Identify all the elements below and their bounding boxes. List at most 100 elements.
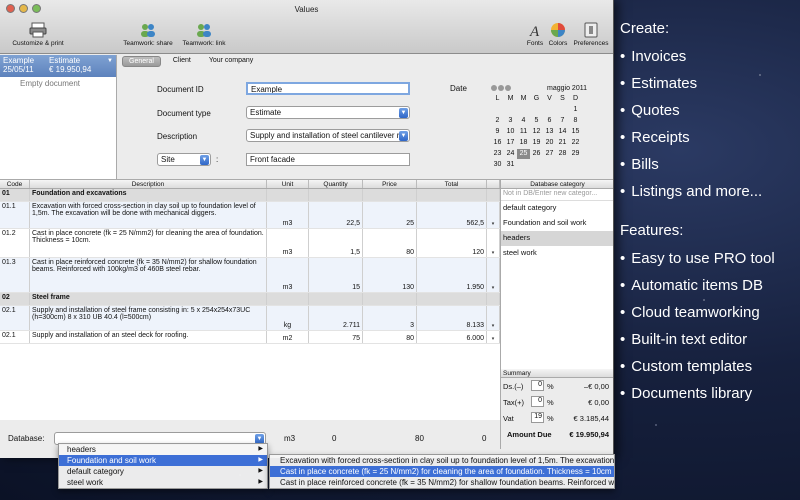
cell-price[interactable]: 3 <box>363 306 417 330</box>
calendar-day[interactable]: 15 <box>569 127 582 137</box>
row-menu-icon[interactable]: ▾ <box>487 202 500 228</box>
calendar-day[interactable]: 25 <box>517 149 530 159</box>
document-id-field[interactable]: Example <box>246 82 410 95</box>
calendar-day[interactable]: 16 <box>491 138 504 148</box>
cell-desc[interactable]: Cast in place concrete (fk = 25 N/mm2) f… <box>30 229 267 257</box>
menu-item[interactable]: steel work ▶ <box>59 477 267 488</box>
description-select[interactable]: Supply and installation of steel cantile… <box>246 129 410 142</box>
calendar-day[interactable]: 29 <box>569 149 582 159</box>
calendar-day[interactable]: 27 <box>543 149 556 159</box>
calendar-day[interactable]: 28 <box>556 149 569 159</box>
discount-input[interactable]: 0 <box>531 380 544 391</box>
teamwork-share-button[interactable]: Teamwork: share <box>120 22 176 47</box>
calendar-nav[interactable] <box>491 85 511 91</box>
cell-total[interactable] <box>417 293 487 305</box>
category-item[interactable]: headers <box>501 231 613 246</box>
customize-print-button[interactable]: Customize & print <box>6 22 70 47</box>
category-item[interactable]: steel work <box>501 246 613 261</box>
row-menu-icon[interactable]: ▾ <box>487 258 500 292</box>
calendar-day[interactable]: 19 <box>530 138 543 148</box>
table-row[interactable]: 02 Steel frame <box>0 293 500 306</box>
calendar-day[interactable]: 20 <box>543 138 556 148</box>
document-list-item[interactable]: Example Estimate 25/05/11 € 19.950,94 ▼ <box>0 55 116 77</box>
calendar-day[interactable]: 21 <box>556 138 569 148</box>
calendar-day[interactable]: 3 <box>504 116 517 126</box>
row-menu-icon[interactable]: ▾ <box>487 331 500 343</box>
cell-total[interactable]: 562,5 <box>417 202 487 228</box>
calendar-day[interactable]: 4 <box>517 116 530 126</box>
category-item[interactable]: Foundation and soil work <box>501 216 613 231</box>
preferences-button[interactable]: Preferences <box>572 22 610 47</box>
calendar-day[interactable]: 12 <box>530 127 543 137</box>
tax-input[interactable]: 0 <box>531 396 544 407</box>
calendar-day[interactable]: 10 <box>504 127 517 137</box>
empty-document-item[interactable]: Empty document <box>0 77 116 88</box>
cell-qty[interactable]: 2.711 <box>309 306 363 330</box>
row-menu-icon[interactable]: ▾ <box>487 229 500 257</box>
cell-unit[interactable]: kg <box>267 306 309 330</box>
calendar-day[interactable]: 2 <box>491 116 504 126</box>
site-field[interactable]: Front facade <box>246 153 410 166</box>
submenu-item[interactable]: Cast in place concrete (fk = 25 N/mm2) f… <box>270 466 614 477</box>
calendar-day[interactable]: 26 <box>530 149 543 159</box>
table-row[interactable]: 01 Foundation and excavations <box>0 189 500 202</box>
cell-total[interactable] <box>417 189 487 201</box>
cell-total[interactable]: 1.950 <box>417 258 487 292</box>
cell-unit[interactable]: m3 <box>267 229 309 257</box>
cell-unit[interactable] <box>267 293 309 305</box>
teamwork-link-button[interactable]: Teamwork: link <box>178 22 230 47</box>
cell-qty[interactable]: 75 <box>309 331 363 343</box>
cell-desc[interactable]: Supply and installation of an steel deck… <box>30 331 267 343</box>
cell-unit[interactable] <box>267 189 309 201</box>
today-icon[interactable] <box>498 85 504 91</box>
tab-your-company[interactable]: Your company <box>203 56 260 67</box>
tab-client[interactable]: Client <box>167 56 197 67</box>
submenu-item[interactable]: Cast in place reinforced concrete (fk = … <box>270 477 614 488</box>
cell-unit[interactable]: m3 <box>267 258 309 292</box>
date-calendar[interactable]: maggio 2011 L M M G V S D 1 2 3 4 5 6 7 8 9 10 11 12 13 14 15… <box>491 83 587 170</box>
table-row[interactable]: 01.3 Cast in place reinforced concrete (f… <box>0 258 500 293</box>
table-row[interactable]: 02.1 Supply and installation of steel fra… <box>0 306 500 331</box>
category-search-input[interactable]: Not in DB/Enter new categor... <box>501 189 613 201</box>
calendar-day[interactable]: 6 <box>543 116 556 126</box>
cell-unit[interactable]: m2 <box>267 331 309 343</box>
submenu-item[interactable]: Excavation with forced cross-section in … <box>270 455 614 466</box>
menu-item[interactable]: headers ▶ <box>59 444 267 455</box>
calendar-day[interactable]: 24 <box>504 149 517 159</box>
calendar-day[interactable]: 14 <box>556 127 569 137</box>
document-type-select[interactable]: Estimate ▼ <box>246 106 410 119</box>
calendar-day[interactable]: 1 <box>569 105 582 115</box>
site-select[interactable]: Site ▼ <box>157 153 211 166</box>
prev-month-icon[interactable] <box>491 85 497 91</box>
calendar-day[interactable]: 22 <box>569 138 582 148</box>
calendar-day[interactable]: 23 <box>491 149 504 159</box>
cell-qty[interactable]: 15 <box>309 258 363 292</box>
calendar-day[interactable]: 8 <box>569 116 582 126</box>
cell-qty[interactable] <box>309 293 363 305</box>
tab-general[interactable]: General <box>122 56 161 67</box>
menu-item[interactable]: default category ▶ <box>59 466 267 477</box>
cell-price[interactable] <box>363 189 417 201</box>
table-row[interactable]: 01.1 Excavation with forced cross-section… <box>0 202 500 229</box>
next-month-icon[interactable] <box>505 85 511 91</box>
calendar-day[interactable]: 7 <box>556 116 569 126</box>
cell-price[interactable]: 25 <box>363 202 417 228</box>
fonts-button[interactable]: A Fonts <box>524 22 546 47</box>
cell-price[interactable] <box>363 293 417 305</box>
chevron-down-icon[interactable]: ▼ <box>107 58 113 64</box>
cell-desc[interactable]: Foundation and excavations <box>30 189 267 201</box>
cell-desc[interactable]: Supply and installation of steel frame c… <box>30 306 267 330</box>
cell-desc[interactable]: Cast in place reinforced concrete (fk = … <box>30 258 267 292</box>
row-menu-icon[interactable]: ▾ <box>487 306 500 330</box>
cell-desc[interactable]: Excavation with forced cross-section in … <box>30 202 267 228</box>
table-row[interactable]: 01.2 Cast in place concrete (fk = 25 N/mm… <box>0 229 500 258</box>
calendar-day[interactable]: 18 <box>517 138 530 148</box>
calendar-day[interactable]: 31 <box>504 160 517 170</box>
calendar-day[interactable]: 9 <box>491 127 504 137</box>
calendar-day[interactable]: 13 <box>543 127 556 137</box>
cell-qty[interactable]: 1,5 <box>309 229 363 257</box>
menu-item[interactable]: Foundation and soil work ▶ <box>59 455 267 466</box>
category-item[interactable]: default category <box>501 201 613 216</box>
cell-qty[interactable]: 22,5 <box>309 202 363 228</box>
cell-total[interactable]: 6.000 <box>417 331 487 343</box>
